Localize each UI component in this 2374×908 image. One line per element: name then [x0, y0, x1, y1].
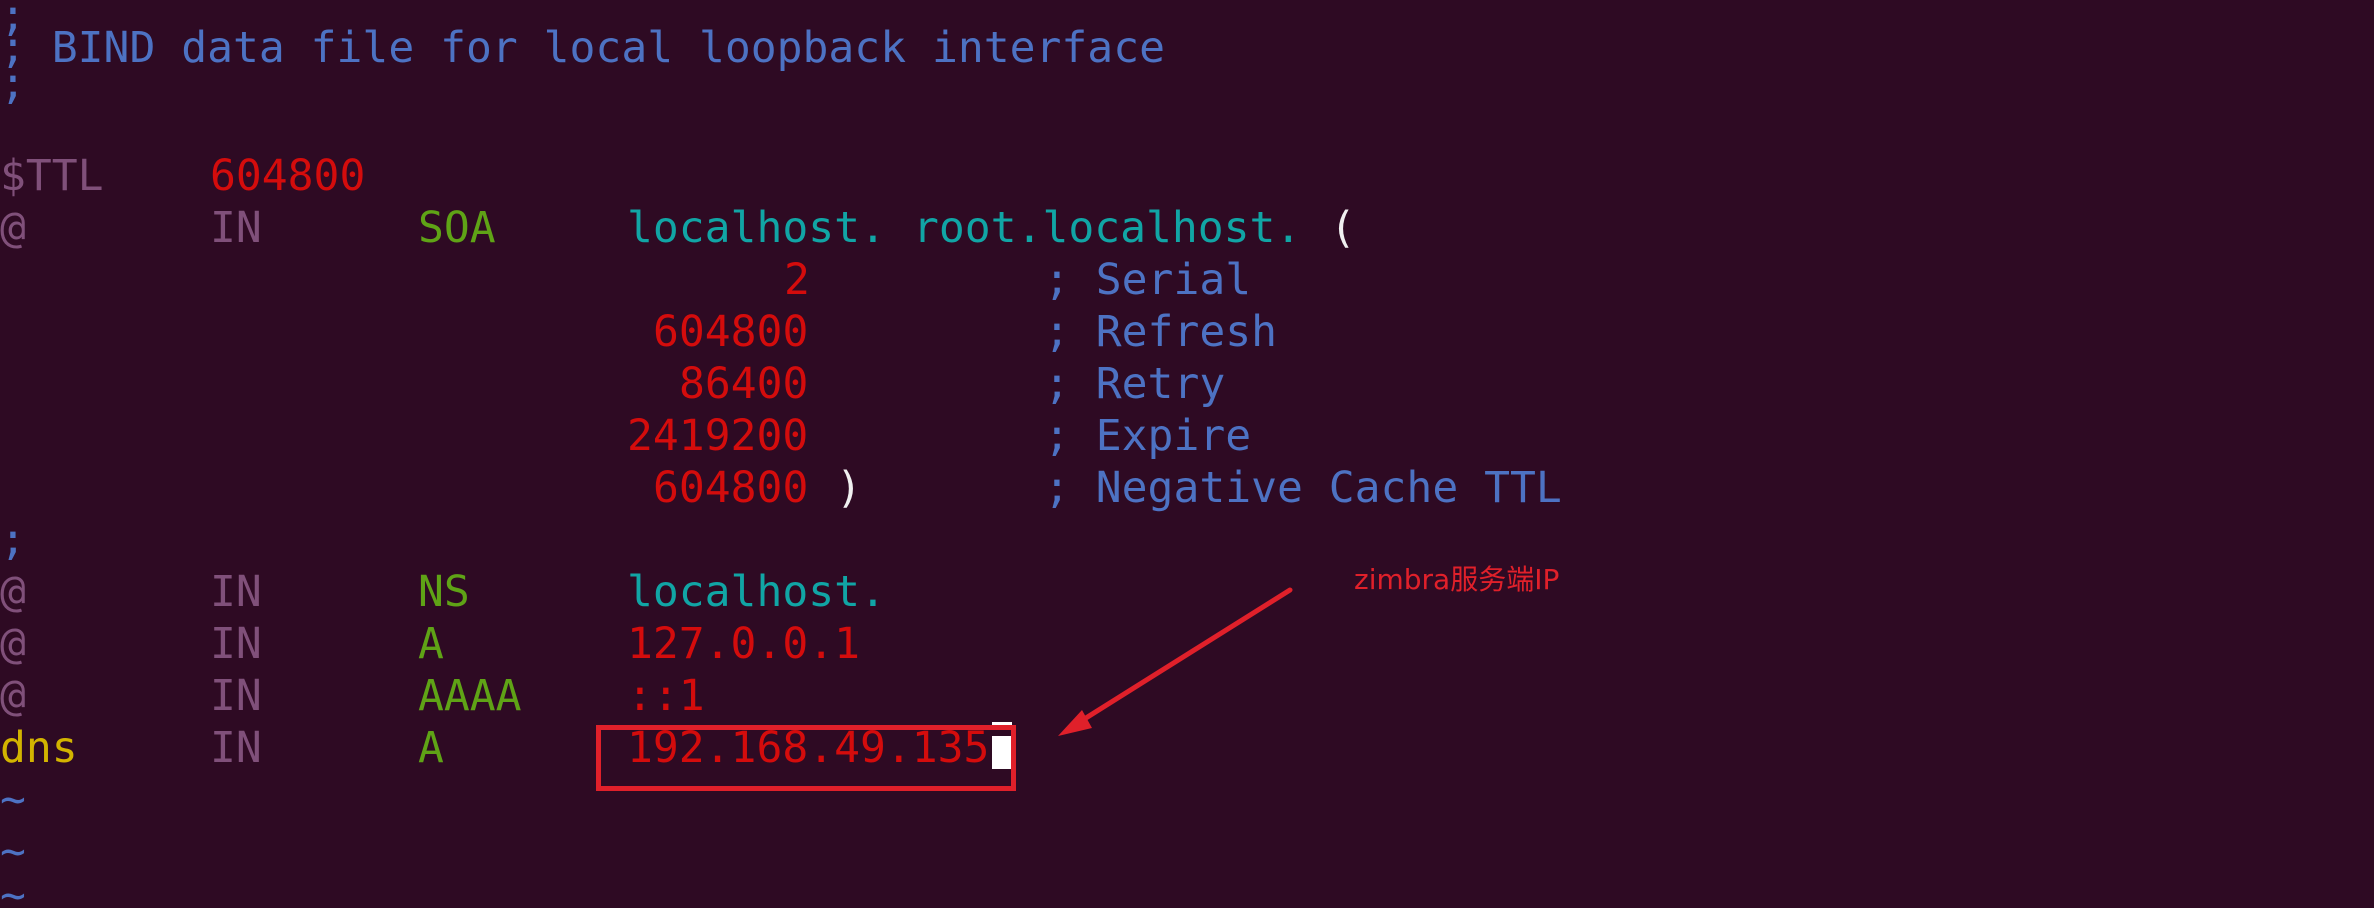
soa-value: 604800 [653, 463, 809, 513]
record-class: IN [210, 671, 262, 721]
comment-text: ; Serial [1044, 255, 1252, 305]
record-hostname: root.localhost. [913, 203, 1302, 253]
record-owner: @ [0, 567, 26, 617]
record-owner: @ [0, 671, 26, 721]
record-owner: @ [0, 619, 26, 669]
editor-line: ; [0, 58, 155, 110]
record-class: IN [210, 723, 262, 773]
empty-line-marker: ~ [0, 775, 26, 825]
record-type: NS [418, 567, 470, 617]
comment-text: ; Refresh [1044, 307, 1277, 357]
record-owner: dns [0, 723, 78, 773]
editor-line: 2419200 ; Expire [0, 410, 1251, 462]
record-type: A [418, 723, 444, 773]
close-paren: ) [836, 463, 862, 513]
record-hostname: localhost. [627, 203, 886, 253]
record-hostname: localhost. [627, 567, 886, 617]
comment-text: ; [0, 59, 26, 109]
empty-line-marker: ~ [0, 871, 26, 908]
ttl-directive: $TTL [0, 151, 104, 201]
record-class: IN [210, 567, 262, 617]
record-class: IN [210, 619, 262, 669]
editor-line: @ IN NS localhost. [0, 566, 886, 618]
editor-line: @ IN SOA localhost. root.localhost. ( [0, 202, 1356, 254]
editor-line: $TTL 604800 [0, 150, 365, 202]
soa-value: 2419200 [627, 411, 809, 461]
record-type: AAAA [418, 671, 522, 721]
comment-text: ; Retry [1044, 359, 1226, 409]
record-owner: @ [0, 203, 26, 253]
editor-line: ; [0, 514, 155, 566]
record-type: SOA [418, 203, 496, 253]
terminal-window[interactable]: ; ; BIND data file for local loopback in… [0, 0, 2374, 908]
comment-text: ; BIND data file for local loopback inte… [0, 23, 1165, 73]
editor-line: 86400 ; Retry [0, 358, 1225, 410]
soa-value: 604800 [653, 307, 809, 357]
comment-text: ; [0, 515, 26, 565]
editor-line: 604800 ; Refresh [0, 306, 1277, 358]
ip-highlight-box [596, 725, 1016, 791]
ttl-value: 604800 [210, 151, 366, 201]
open-paren: ( [1330, 203, 1356, 253]
record-address: 127.0.0.1 [627, 619, 860, 669]
record-type: A [418, 619, 444, 669]
editor-line: @ IN AAAA ::1 [0, 670, 705, 722]
editor-line: ~ [0, 774, 155, 826]
record-class: IN [210, 203, 262, 253]
record-address: ::1 [627, 671, 705, 721]
editor-line: @ IN A 127.0.0.1 [0, 618, 860, 670]
editor-line: ~ [0, 870, 155, 908]
annotation-label: zimbra服务端IP [1354, 563, 1560, 596]
soa-value: 86400 [679, 359, 809, 409]
editor-line: 604800 ) ; Negative Cache TTL [0, 462, 1562, 514]
comment-text: ; Negative Cache TTL [1044, 463, 1562, 513]
comment-text: ; Expire [1044, 411, 1252, 461]
editor-line: dns IN A 192.168.49.135 [0, 722, 989, 774]
soa-value: 2 [784, 255, 810, 305]
editor-line: 2 ; Serial [0, 254, 1251, 306]
